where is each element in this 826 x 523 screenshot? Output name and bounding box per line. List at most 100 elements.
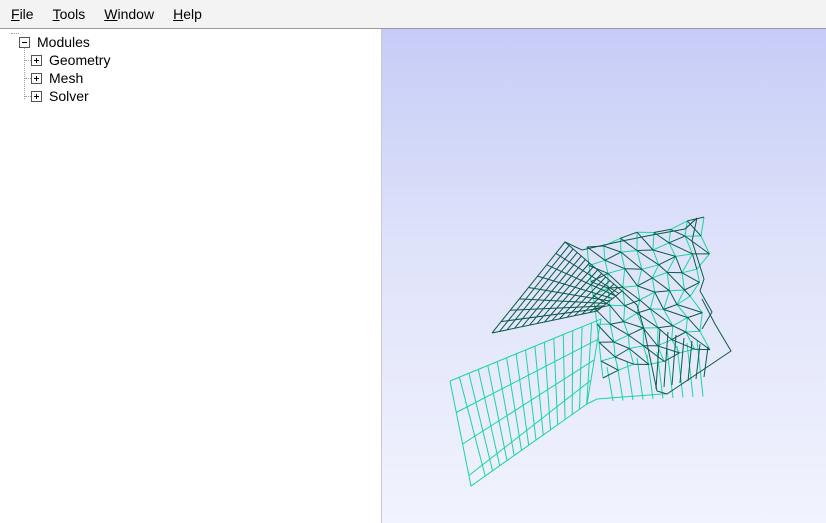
mesh-edge: [622, 285, 638, 288]
mesh-edge: [671, 325, 674, 340]
mesh-edge: [679, 337, 685, 384]
mesh-edge: [624, 268, 638, 287]
tree-node-geometry-label: Geometry: [49, 52, 111, 68]
mesh-edge: [669, 289, 685, 292]
mesh-edge: [699, 330, 711, 350]
tree-node-mesh[interactable]: Mesh: [31, 69, 83, 87]
mesh-edge: [603, 245, 606, 261]
menu-window-label: indow: [117, 5, 155, 22]
mesh-edge: [669, 290, 678, 305]
mesh-edge: [654, 291, 665, 310]
mesh-edge: [602, 369, 619, 379]
mesh-edge: [604, 259, 625, 270]
mesh-edge: [696, 339, 704, 397]
tree-node-modules[interactable]: Modules: [19, 33, 90, 51]
mesh-edge: [663, 290, 671, 310]
tree-node-geometry[interactable]: Geometry: [31, 51, 110, 69]
mesh-edge: [637, 285, 655, 293]
mesh-edge: [600, 356, 616, 362]
mesh-edge: [679, 348, 695, 354]
mesh-edge: [603, 245, 622, 253]
collapse-icon[interactable]: [19, 36, 30, 48]
menu-file-label: ile: [19, 5, 34, 22]
mesh-edge: [623, 305, 626, 322]
mesh-edge: [613, 341, 616, 358]
mesh-edge: [628, 334, 644, 347]
mesh-edge: [613, 334, 629, 343]
mesh-edge: [626, 360, 634, 401]
mesh-edge: [610, 323, 629, 336]
mesh-edge: [685, 330, 700, 333]
mesh-edge: [689, 295, 703, 313]
mesh-edge: [681, 272, 700, 283]
mesh-edge: [607, 268, 625, 274]
mesh-edge: [657, 327, 659, 346]
mesh-edge: [619, 238, 622, 253]
mesh-edge: [594, 308, 611, 325]
mesh-edge: [607, 286, 623, 289]
mesh-edge: [613, 341, 630, 349]
menu-window[interactable]: Window: [96, 0, 162, 29]
menu-window-mnemonic: W: [104, 5, 118, 22]
mesh-edge: [684, 289, 691, 297]
mesh-edge: [652, 277, 670, 292]
mesh-edge: [628, 348, 650, 365]
menu-help-mnemonic: H: [173, 5, 184, 22]
mesh-edge: [675, 256, 683, 273]
menu-bar: File Tools Window Help: [0, 0, 826, 29]
mesh-edge: [628, 327, 644, 336]
application-window: File Tools Window Help Modules Geometry …: [0, 0, 826, 523]
mesh-edge: [639, 299, 651, 310]
mesh-outline: [586, 393, 667, 405]
tree-node-solver-label: Solver: [49, 88, 89, 104]
tree-node-solver[interactable]: Solver: [31, 87, 89, 105]
mesh-edge: [624, 305, 638, 314]
mesh-edge: [636, 249, 654, 251]
mesh-edge: [614, 348, 630, 358]
mesh-edge: [598, 341, 616, 358]
mesh-edge: [675, 253, 693, 257]
tree-node-modules-label: Modules: [37, 34, 90, 50]
mesh-edge: [588, 265, 609, 274]
tree-connector-trunk: [24, 47, 25, 99]
mesh-edge: [670, 220, 688, 230]
menu-help-label: elp: [183, 5, 202, 22]
mesh-edge: [686, 342, 694, 398]
mesh-edge: [496, 361, 515, 456]
mesh-edge: [606, 366, 614, 402]
mesh-edge: [700, 217, 705, 237]
tree-connector-root: [11, 33, 19, 34]
expand-icon[interactable]: [31, 54, 42, 66]
mesh-edge: [618, 363, 634, 371]
menu-tools[interactable]: Tools: [45, 0, 94, 29]
mesh-edge: [663, 304, 678, 310]
mesh-edge: [620, 250, 638, 253]
mesh-edge: [622, 287, 626, 306]
mesh-edge: [456, 338, 598, 413]
mesh-edge: [629, 345, 644, 349]
mesh-edge: [650, 308, 664, 310]
mesh-outline: [449, 318, 602, 487]
mesh-edge: [609, 304, 624, 322]
menu-file[interactable]: File: [3, 0, 42, 29]
menu-help[interactable]: Help: [165, 0, 210, 29]
3d-viewport[interactable]: [382, 29, 826, 523]
mesh-edge: [586, 246, 606, 261]
expand-icon[interactable]: [31, 90, 42, 102]
mesh-edge: [623, 321, 644, 329]
tree-node-mesh-label: Mesh: [49, 70, 84, 86]
mesh-edge: [562, 334, 566, 420]
expand-icon[interactable]: [31, 72, 42, 84]
mesh-edge: [628, 335, 630, 349]
mesh-edge: [600, 360, 619, 371]
mesh-edge: [614, 356, 634, 365]
menu-tools-label: ools: [59, 5, 86, 22]
mesh-edge: [685, 317, 689, 333]
mesh-edge: [487, 365, 508, 461]
mesh-edge: [598, 342, 602, 362]
mesh-edge: [672, 325, 687, 333]
mesh-edge: [646, 354, 654, 400]
mesh-edge: [703, 346, 709, 378]
module-tree-panel[interactable]: Modules Geometry Mesh Solver: [0, 29, 382, 523]
mesh-edge: [687, 312, 703, 319]
